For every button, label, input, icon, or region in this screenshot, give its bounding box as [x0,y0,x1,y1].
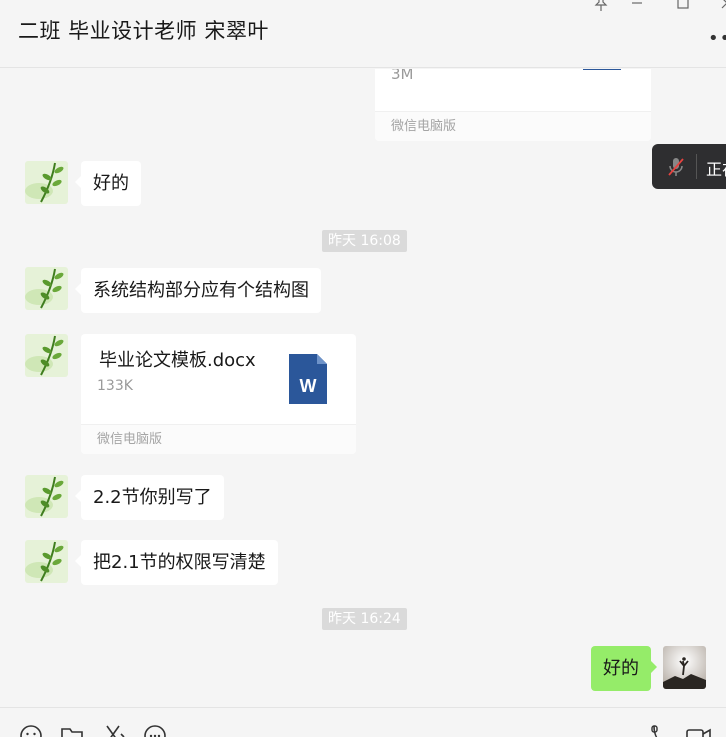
divider [696,154,697,179]
contact-avatar[interactable] [25,540,68,583]
file-source: 微信电脑版 [375,111,651,141]
input-toolbar [0,707,726,737]
emoji-icon[interactable] [19,724,45,737]
timestamp: 昨天 16:08 [322,230,407,252]
word-file-icon: W [289,354,327,404]
chat-title: 二班 毕业设计老师 宋翠叶 [18,19,269,43]
video-call-icon[interactable] [686,724,712,737]
contact-avatar[interactable] [25,475,68,518]
message-bubble-incoming[interactable]: 系统结构部分应有个结构图 [75,268,321,313]
file-name: 毕业论文模板.docx [99,350,256,371]
my-avatar[interactable] [663,646,706,689]
contact-avatar[interactable] [25,161,68,204]
file-message-card-previous[interactable]: 3M W 微信电脑版 [375,69,651,141]
more-options-button[interactable]: ••• [708,28,726,49]
chat-header: 二班 毕业设计老师 宋翠叶 ••• [0,0,726,68]
message-bubble-outgoing[interactable]: 好的 [591,646,657,691]
word-file-icon: W [583,69,621,97]
file-size: 3M [391,69,414,83]
chat-bubble-icon[interactable] [143,724,169,737]
file-message-card[interactable]: 毕业论文模板.docx 133K W 微信电脑版 [81,334,356,454]
voice-call-indicator[interactable]: 正在 [652,144,726,189]
message-bubble-incoming[interactable]: 好的 [75,161,141,206]
mic-muted-icon [666,156,686,178]
message-bubble-incoming[interactable]: 把2.1节的权限写清楚 [75,540,278,585]
voice-status-text: 正在 [706,160,726,179]
contact-avatar[interactable] [25,267,68,310]
folder-icon[interactable] [60,724,86,737]
minimize-icon[interactable] [626,0,648,14]
phone-icon[interactable] [648,724,674,737]
scissors-icon[interactable] [103,724,129,737]
svg-text:W: W [300,376,317,396]
close-icon[interactable] [716,0,726,14]
message-list[interactable]: 3M W 微信电脑版 正在 好的 昨天 16:08 系统结构部分应有个结构图 毕… [0,69,726,707]
file-source: 微信电脑版 [81,424,356,454]
pin-icon[interactable] [590,0,612,14]
message-bubble-incoming[interactable]: 2.2节你别写了 [75,475,224,520]
file-size: 133K [97,378,133,394]
maximize-icon[interactable] [672,0,694,14]
contact-avatar[interactable] [25,334,68,377]
timestamp: 昨天 16:24 [322,608,407,630]
